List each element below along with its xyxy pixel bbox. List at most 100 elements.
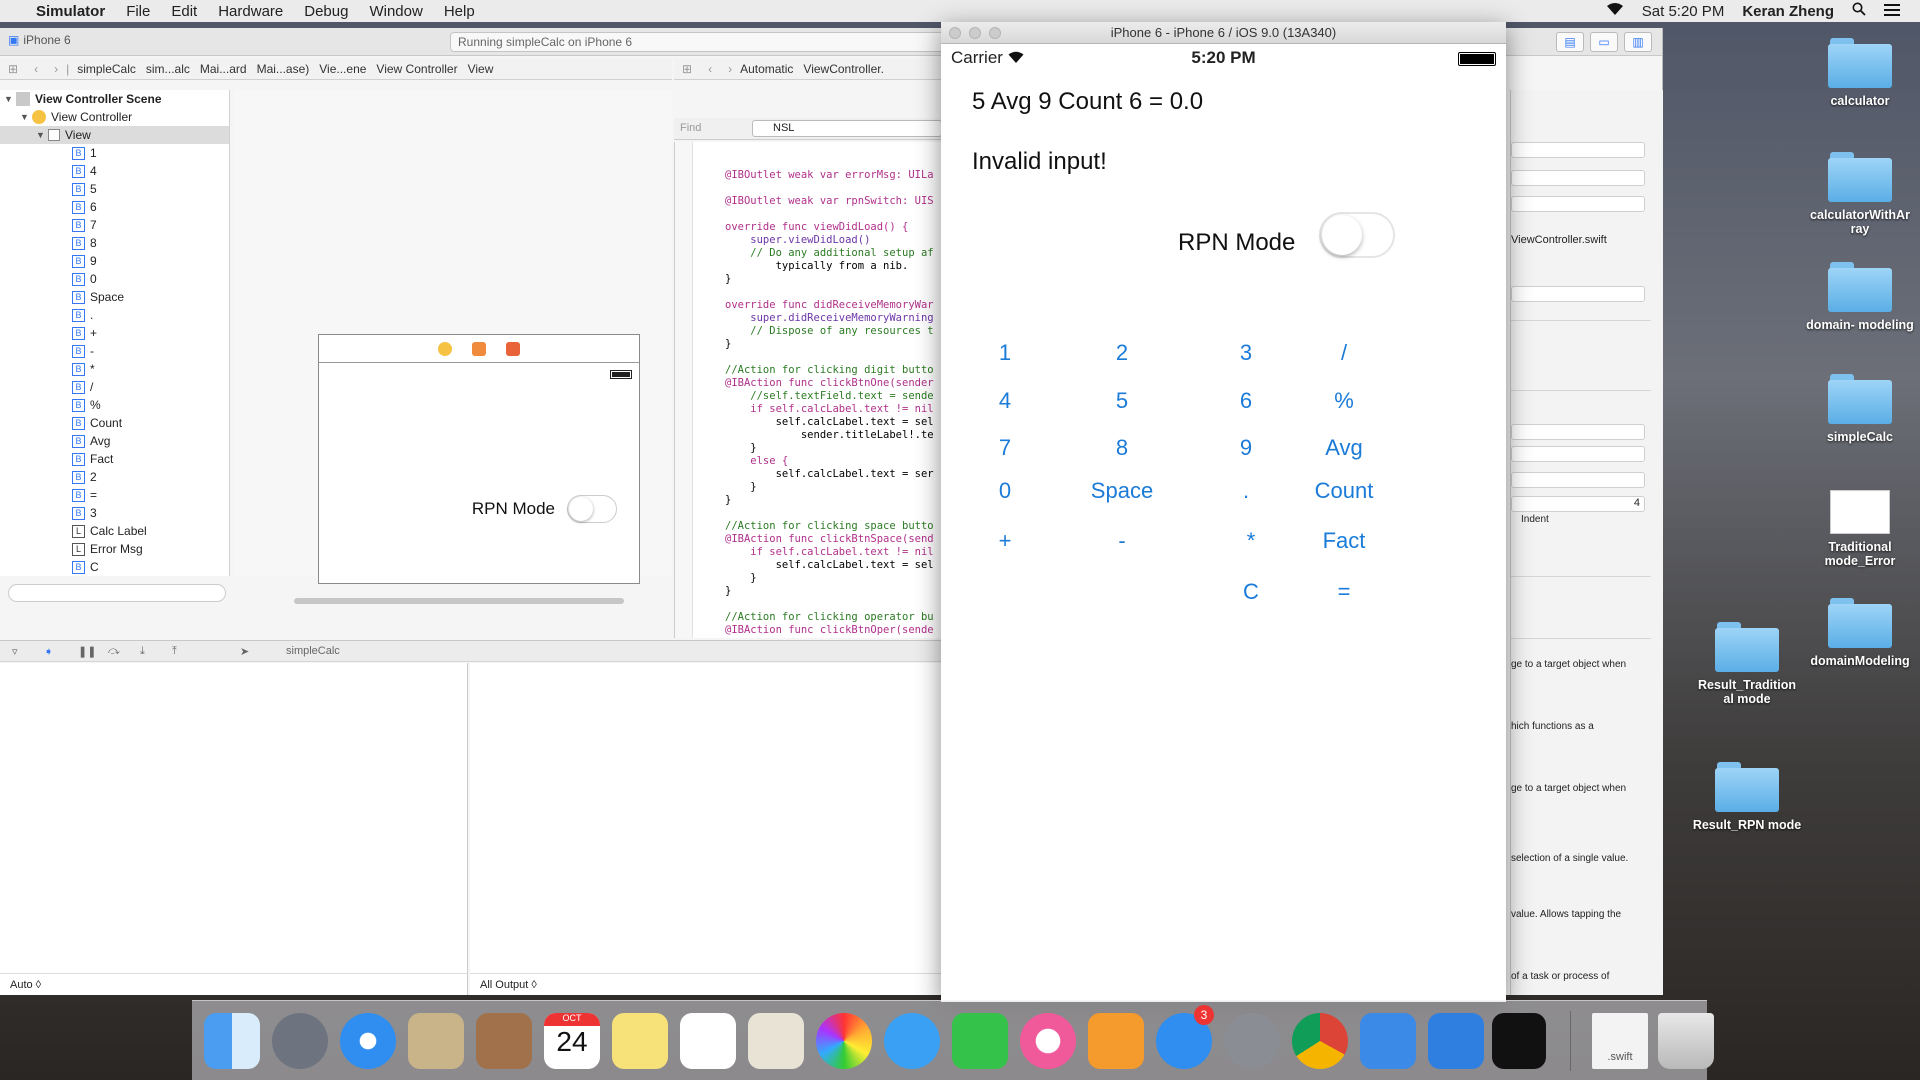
find-field[interactable]: NSL	[752, 120, 942, 137]
key-1[interactable]: 1	[955, 340, 1055, 366]
find-mode[interactable]: Find	[680, 122, 701, 134]
crumb-storyboard[interactable]: Mai...ard	[200, 62, 247, 76]
back-icon[interactable]: ‹	[34, 62, 38, 76]
desktop-folder-calculator[interactable]: calculator	[1805, 38, 1915, 108]
auto-selector[interactable]: Auto ◊	[10, 979, 41, 991]
storyboard-scene[interactable]: RPN Mode	[318, 334, 640, 584]
clock[interactable]: Sat 5:20 PM	[1642, 3, 1725, 20]
toggle-utilities-button[interactable]: ▥	[1624, 32, 1652, 52]
outline-row[interactable]: B /	[0, 378, 229, 396]
xcode-icon[interactable]	[1360, 1013, 1416, 1069]
maps-icon[interactable]	[748, 1013, 804, 1069]
key-8[interactable]: 8	[1072, 435, 1172, 461]
key-space[interactable]: Space	[1072, 478, 1172, 504]
first-responder-icon[interactable]	[472, 341, 486, 356]
disclosure-triangle-icon[interactable]: ▼	[4, 94, 16, 104]
scheme-selector[interactable]: ▣ iPhone 6	[8, 33, 71, 47]
back-icon[interactable]: ‹	[708, 62, 712, 76]
outline-row[interactable]: B6	[0, 198, 229, 216]
trash-icon[interactable]	[1658, 1013, 1714, 1069]
variables-view[interactable]: Auto ◊	[0, 663, 468, 995]
menu-hardware[interactable]: Hardware	[218, 3, 283, 20]
console-view[interactable]: All Output ◊	[470, 663, 944, 995]
wifi-icon[interactable]	[1606, 2, 1624, 20]
outline-row[interactable]: B.	[0, 306, 229, 324]
close-button[interactable]	[949, 27, 961, 39]
outline-row[interactable]: B3	[0, 504, 229, 522]
inspector-field-1[interactable]	[1511, 142, 1645, 158]
desktop-folder-domainmodeling[interactable]: domainModeling	[1805, 598, 1915, 668]
facetime-icon[interactable]	[952, 1013, 1008, 1069]
notification-center-icon[interactable]	[1884, 3, 1900, 20]
key-4[interactable]: 4	[955, 388, 1055, 414]
swift-file-icon[interactable]: .swift	[1592, 1013, 1648, 1069]
outline-row[interactable]: B2	[0, 468, 229, 486]
step-out-icon[interactable]: ⤒	[172, 645, 177, 658]
grid-icon[interactable]: ⊞	[8, 62, 18, 76]
key-equals[interactable]: =	[1294, 579, 1394, 605]
crumb-base[interactable]: Mai...ase)	[257, 62, 310, 76]
crumb-scene[interactable]: Vie...ene	[319, 62, 366, 76]
key-multiply[interactable]: *	[1201, 528, 1301, 554]
outline-filter-field[interactable]	[8, 584, 226, 602]
menu-debug[interactable]: Debug	[304, 3, 348, 20]
disclosure-triangle-icon[interactable]: ▼	[36, 130, 48, 140]
spotlight-icon[interactable]	[1852, 2, 1866, 20]
messages-icon[interactable]	[884, 1013, 940, 1069]
key-divide[interactable]: /	[1294, 340, 1394, 366]
finder-icon[interactable]	[204, 1013, 260, 1069]
photos-icon[interactable]	[816, 1013, 872, 1069]
desktop-folder-domain-modeling[interactable]: domain- modeling	[1805, 262, 1915, 332]
contacts-icon[interactable]	[476, 1013, 532, 1069]
minimize-button[interactable]	[969, 27, 981, 39]
location-icon[interactable]: ➤	[240, 645, 249, 658]
user-name[interactable]: Keran Zheng	[1742, 3, 1834, 20]
safari-icon[interactable]	[340, 1013, 396, 1069]
ibooks-icon[interactable]	[1088, 1013, 1144, 1069]
rpn-mode-switch[interactable]	[1319, 212, 1395, 258]
inspector-popup-3[interactable]	[1511, 424, 1645, 440]
key-count[interactable]: Count	[1294, 478, 1394, 504]
outline-row[interactable]: B1	[0, 144, 229, 162]
outline-row[interactable]: B0	[0, 270, 229, 288]
outline-row[interactable]: B *	[0, 360, 229, 378]
crumb-folder[interactable]: sim...alc	[146, 62, 190, 76]
crumb-project[interactable]: simpleCalc	[77, 62, 136, 76]
chrome-icon[interactable]	[1292, 1013, 1348, 1069]
menu-help[interactable]: Help	[444, 3, 475, 20]
debug-target[interactable]: simpleCalc	[286, 645, 340, 657]
key-9[interactable]: 9	[1196, 435, 1296, 461]
view-controller-icon[interactable]	[438, 341, 452, 356]
inspector-popup-4[interactable]	[1511, 446, 1645, 462]
inspector-popup-5[interactable]	[1511, 472, 1645, 488]
outline-row[interactable]: B-	[0, 342, 229, 360]
storyboard-canvas[interactable]: RPN Mode	[234, 90, 672, 604]
inspector-field-2[interactable]	[1511, 286, 1645, 302]
key-0[interactable]: 0	[955, 478, 1055, 504]
outline-row[interactable]: B Count	[0, 414, 229, 432]
toggle-navigator-button[interactable]: ▤	[1556, 32, 1584, 52]
output-selector[interactable]: All Output ◊	[480, 979, 537, 991]
outline-row[interactable]: L Error Msg	[0, 540, 229, 558]
canvas-scrollbar[interactable]	[294, 598, 624, 604]
launchpad-icon[interactable]	[272, 1013, 328, 1069]
exit-icon[interactable]	[506, 341, 520, 356]
outline-row[interactable]: B =	[0, 486, 229, 504]
desktop-folder-simplecalc[interactable]: simpleCalc	[1805, 374, 1915, 444]
menu-edit[interactable]: Edit	[171, 3, 197, 20]
key-percent[interactable]: %	[1294, 388, 1394, 414]
grid-icon[interactable]: ⊞	[682, 62, 692, 76]
storyboard-rpn-label[interactable]: RPN Mode	[472, 499, 555, 519]
zoom-button[interactable]	[989, 27, 1001, 39]
outline-row[interactable]: L Calc Label	[0, 522, 229, 540]
outline-row[interactable]: B9	[0, 252, 229, 270]
key-plus[interactable]: +	[955, 528, 1055, 554]
key-7[interactable]: 7	[955, 435, 1055, 461]
outline-row[interactable]: B%	[0, 396, 229, 414]
calendar-icon[interactable]: OCT 24	[544, 1013, 600, 1069]
inspector-popup-2[interactable]	[1511, 196, 1645, 212]
outline-row[interactable]: B Avg	[0, 432, 229, 450]
crumb-file[interactable]: ViewController.	[803, 62, 883, 76]
outline-row[interactable]: B Fact	[0, 450, 229, 468]
step-over-icon[interactable]: ⤼	[108, 645, 120, 658]
